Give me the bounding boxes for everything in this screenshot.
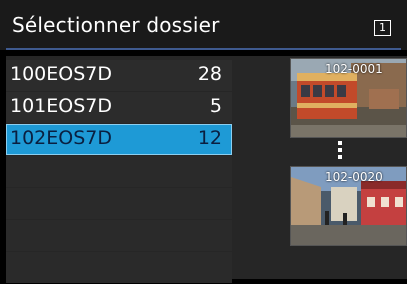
folder-name: 100EOS7D bbox=[10, 63, 113, 85]
folder-name: 101EOS7D bbox=[10, 95, 113, 117]
thumbnail-filename: 102-0020 bbox=[325, 170, 383, 184]
title-bar: Sélectionner dossier 1 bbox=[0, 0, 407, 50]
empty-row bbox=[6, 252, 232, 283]
thumbnail-filename: 102-0001 bbox=[325, 62, 383, 76]
folder-count: 5 bbox=[209, 95, 222, 117]
more-images-indicator bbox=[338, 141, 344, 161]
folder-name: 102EOS7D bbox=[10, 127, 113, 149]
memory-card-icon: 1 bbox=[374, 20, 391, 36]
first-image-thumbnail: 102-0001 bbox=[290, 58, 407, 138]
folder-list: 100EOS7D 28 101EOS7D 5 102EOS7D 12 bbox=[6, 60, 232, 284]
empty-row bbox=[6, 156, 232, 187]
page-title: Sélectionner dossier bbox=[12, 13, 220, 37]
folder-count: 28 bbox=[197, 63, 222, 85]
empty-row bbox=[6, 220, 232, 251]
folder-row-100eos7d[interactable]: 100EOS7D 28 bbox=[6, 60, 232, 91]
folder-row-101eos7d[interactable]: 101EOS7D 5 bbox=[6, 92, 232, 123]
folder-row-102eos7d[interactable]: 102EOS7D 12 bbox=[6, 124, 232, 155]
folder-preview: 102-0001 102-0020 bbox=[290, 56, 407, 246]
title-divider bbox=[6, 48, 401, 50]
last-image-thumbnail: 102-0020 bbox=[290, 166, 407, 246]
folder-count: 12 bbox=[197, 127, 222, 149]
empty-row bbox=[6, 188, 232, 219]
